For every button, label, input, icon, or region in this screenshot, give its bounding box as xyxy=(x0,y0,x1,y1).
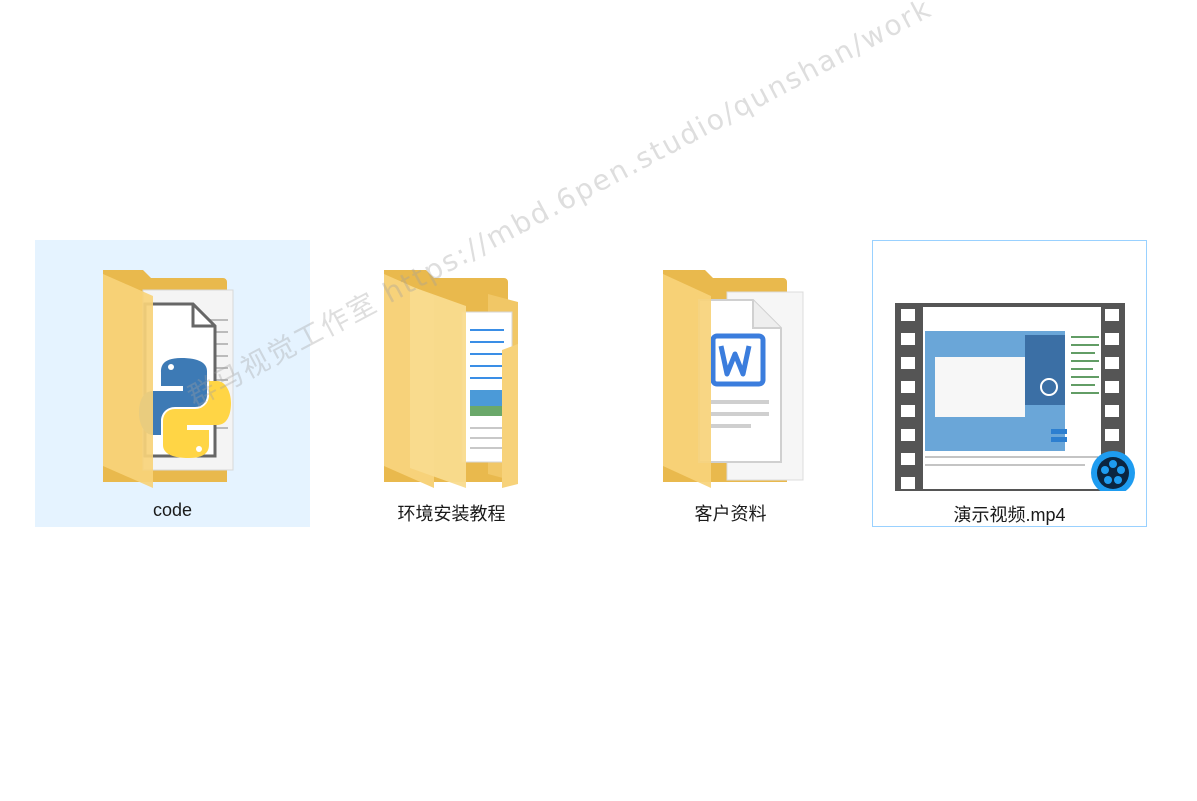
folder-client-data[interactable]: 客户资料 xyxy=(593,240,868,527)
item-label: code xyxy=(152,500,193,520)
file-demo-video[interactable]: 演示视频.mp4 xyxy=(872,240,1147,527)
word-document-folder-icon xyxy=(593,260,868,490)
folder-environment-tutorial[interactable]: 环境安装教程 xyxy=(314,240,589,527)
item-label: 环境安装教程 xyxy=(397,504,506,524)
folder-code[interactable]: code xyxy=(35,240,310,527)
item-label: 演示视频.mp4 xyxy=(953,505,1066,525)
video-thumbnail-icon xyxy=(873,261,1146,491)
python-folder-icon xyxy=(35,260,310,490)
document-folder-icon xyxy=(314,260,589,490)
file-explorer-view: code 环境安装教程 客户资料 演示视频.mp4 群马视觉工作室 https:… xyxy=(0,0,1197,801)
item-label: 客户资料 xyxy=(694,504,767,524)
